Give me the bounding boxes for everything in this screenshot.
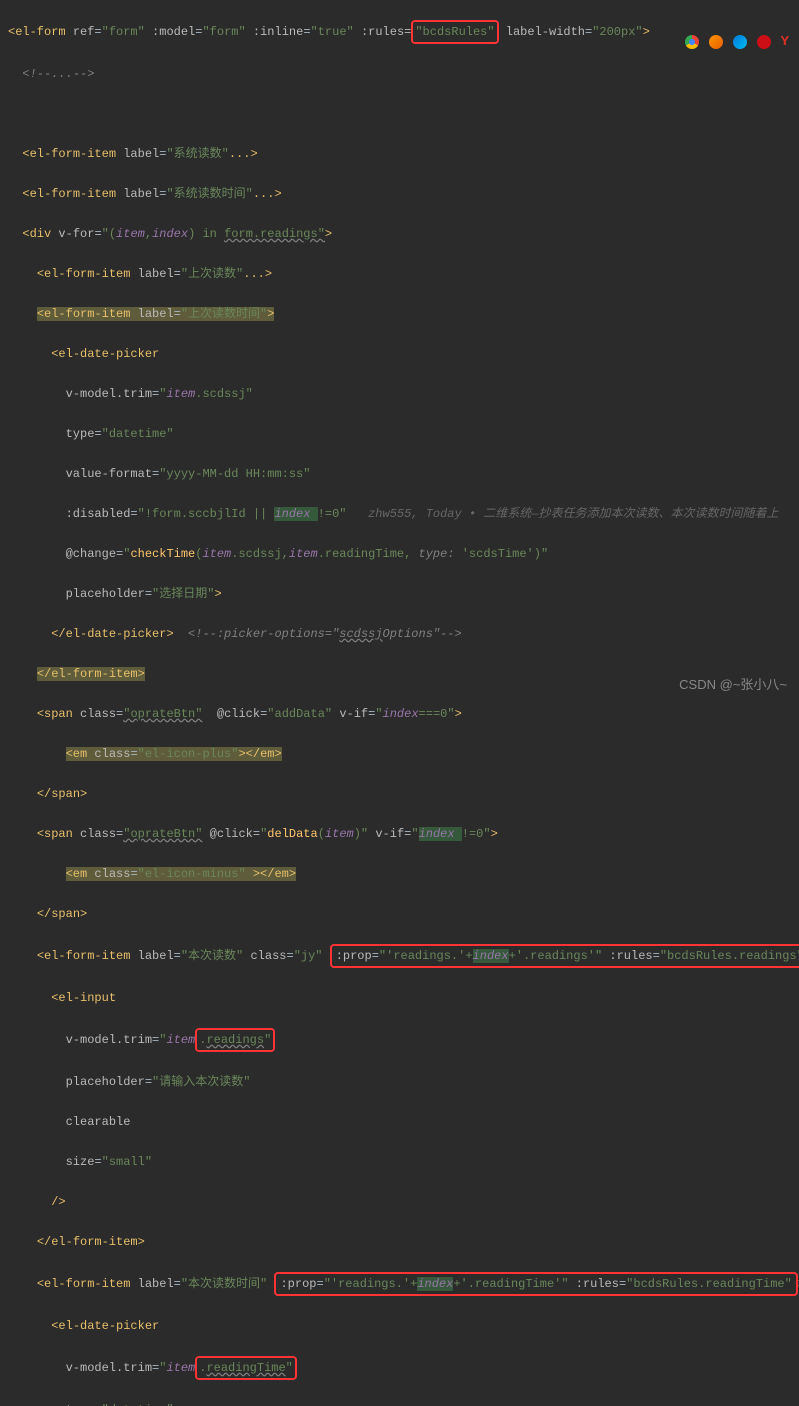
highlight-readings: .readings" — [195, 1028, 275, 1052]
code-line: clearable — [8, 1112, 791, 1132]
chrome-icon[interactable] — [685, 35, 699, 49]
watermark: CSDN @~张小八~ — [679, 675, 787, 695]
git-annotation: zhw555, Today • 二维系统—抄表任务添加本次读数、本次读数时间随着… — [346, 507, 778, 521]
code-line: <em class="el-icon-plus"></em> — [8, 744, 791, 764]
code-line: placeholder="请输入本次读数" — [8, 1072, 791, 1092]
code-line: <el-form-item label="系统读数时间"...> — [8, 184, 791, 204]
code-line: :disabled="!form.sccbjlId || index !=0" … — [8, 504, 791, 524]
code-line: <em class="el-icon-minus" ></em> — [8, 864, 791, 884]
highlight-prop-rules: :prop="'readings.'+index+'.readings'" :r… — [330, 944, 799, 968]
code-line: <el-form-item label="上次读数"...> — [8, 264, 791, 284]
code-line: <el-date-picker — [8, 1316, 791, 1336]
code-line: v-model.trim="item.readings" — [8, 1028, 791, 1052]
edge-icon[interactable] — [733, 35, 747, 49]
highlight-prop-rules-time: :prop="'readings.'+index+'.readingTime'"… — [274, 1272, 797, 1296]
code-line: </span> — [8, 904, 791, 924]
code-line: /> — [8, 1192, 791, 1212]
code-line: </el-date-picker> <!--:picker-options="s… — [8, 624, 791, 644]
code-line: <el-input — [8, 988, 791, 1008]
yandex-icon[interactable]: Y — [781, 32, 789, 52]
code-line: <el-form-item label="本次读数时间" :prop="'rea… — [8, 1272, 791, 1296]
code-line: </el-form-item> — [8, 1232, 791, 1252]
code-line: value-format="yyyy-MM-dd HH:mm:ss" — [8, 464, 791, 484]
code-line: <el-form-item label="本次读数" class="jy" :p… — [8, 944, 791, 968]
browser-icons: Y — [685, 32, 789, 52]
code-line: v-model.trim="item.readingTime" — [8, 1356, 791, 1380]
code-line: <el-form-item label="系统读数"...> — [8, 144, 791, 164]
code-line: <div v-for="(item,index) in form.reading… — [8, 224, 791, 244]
firefox-icon[interactable] — [709, 35, 723, 49]
code-line: </span> — [8, 784, 791, 804]
highlight-bcdsRules: "bcdsRules" — [411, 20, 498, 44]
code-line: <el-form ref="form" :model="form" :inlin… — [8, 20, 791, 44]
code-line — [8, 104, 791, 124]
code-line: </el-form-item> — [8, 664, 791, 684]
code-line: v-model.trim="item.scdssj" — [8, 384, 791, 404]
code-line: type="datetime" — [8, 424, 791, 444]
code-line: <span class="oprateBtn" @click="addData"… — [8, 704, 791, 724]
highlight-readingTime: .readingTime" — [195, 1356, 297, 1380]
code-line: type="datetime" — [8, 1400, 791, 1406]
code-line: @change="checkTime(item.scdssj,item.read… — [8, 544, 791, 564]
code-line: placeholder="选择日期"> — [8, 584, 791, 604]
code-line: size="small" — [8, 1152, 791, 1172]
code-line: <!--...--> — [8, 64, 791, 84]
code-line: <el-date-picker — [8, 344, 791, 364]
code-editor[interactable]: <el-form ref="form" :model="form" :inlin… — [0, 0, 799, 1406]
code-line: <el-form-item label="上次读数时间"> — [8, 304, 791, 324]
opera-icon[interactable] — [757, 35, 771, 49]
code-line: <span class="oprateBtn" @click="delData(… — [8, 824, 791, 844]
